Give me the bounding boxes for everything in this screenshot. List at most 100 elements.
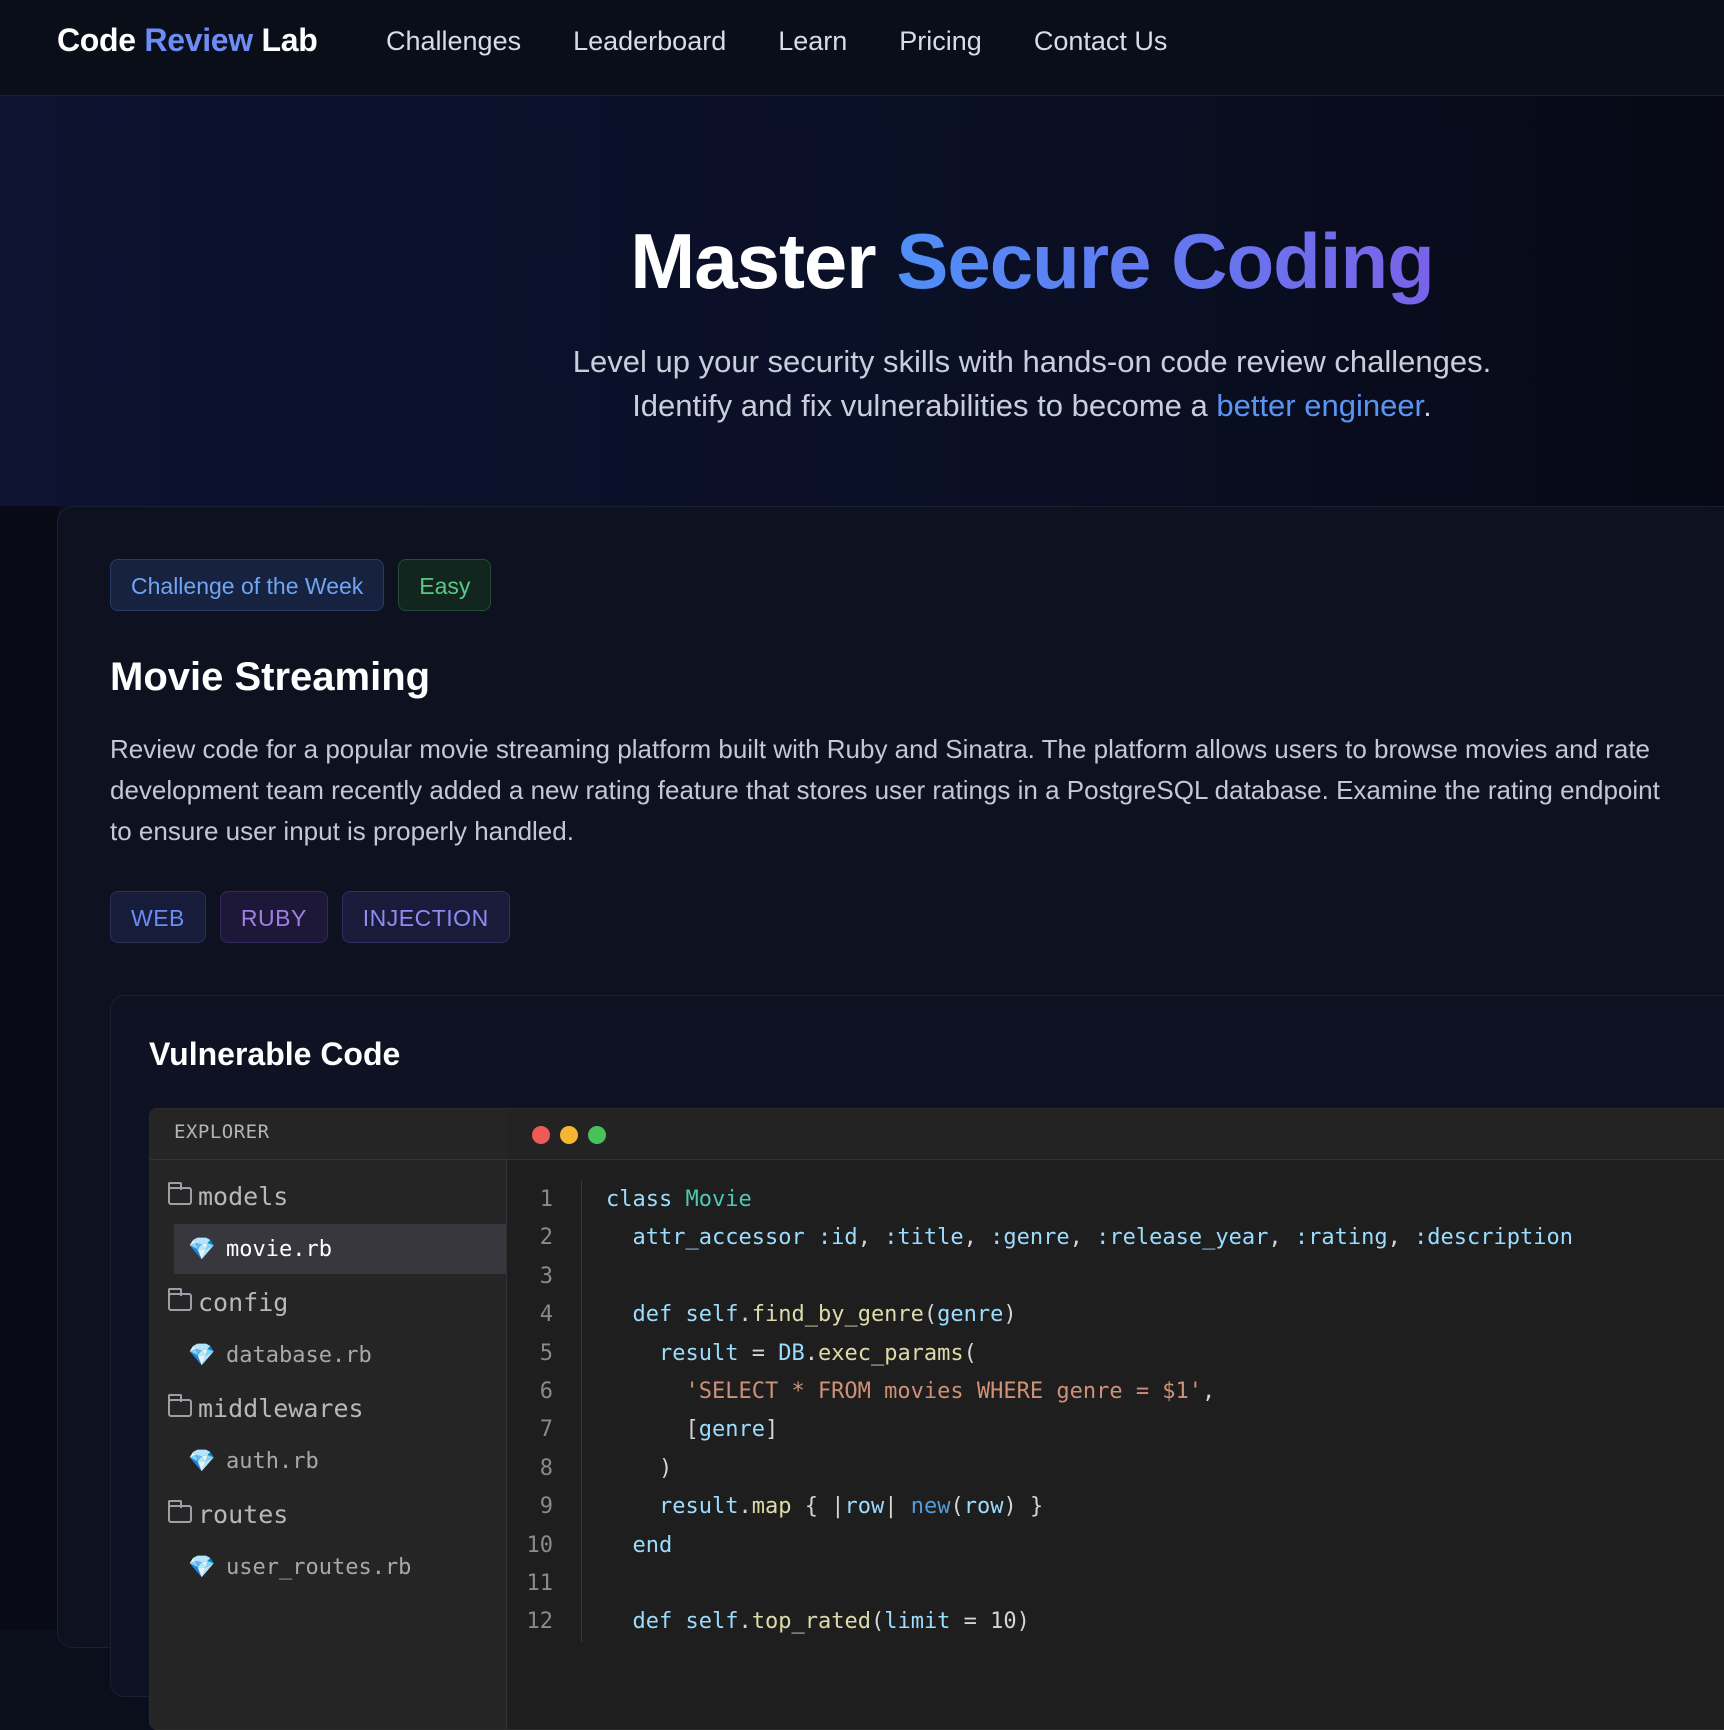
file-database-rb[interactable]: 💎 database.rb	[174, 1330, 506, 1380]
nav-link-learn[interactable]: Learn	[778, 26, 847, 57]
code-lines: 1 class Movie 2 attr_accessor :id, :title…	[506, 1181, 1724, 1642]
top-nav: Code Review Lab Challenges Leaderboard L…	[0, 0, 1724, 96]
nav-link-leaderboard[interactable]: Leaderboard	[573, 26, 726, 57]
side-strip	[0, 506, 58, 1630]
tag-web[interactable]: WEB	[110, 891, 206, 943]
challenge-tags: WEB RUBY INJECTION	[110, 891, 510, 943]
code-text: def self.top_rated(limit = 10)	[632, 1609, 1030, 1635]
explorer-header: EXPLORER	[150, 1109, 506, 1160]
code-line: 1 class Movie	[506, 1181, 1724, 1220]
code-text: def self.find_by_genre(genre)	[632, 1302, 1017, 1328]
maximize-dot-icon[interactable]	[588, 1126, 606, 1144]
hero-subtitle-line2: Identify and fix vulnerabilities to beco…	[340, 384, 1724, 428]
logo-part-lab: Lab	[252, 22, 318, 58]
code-line: 11	[506, 1564, 1724, 1604]
line-number: 12	[506, 1603, 582, 1642]
folder-config[interactable]: config	[150, 1274, 506, 1330]
difficulty-badge: Easy	[398, 559, 492, 611]
folder-label: models	[198, 1181, 289, 1211]
file-label: database.rb	[226, 1342, 372, 1368]
folder-routes[interactable]: routes	[150, 1486, 506, 1542]
nav-link-challenges[interactable]: Challenges	[386, 26, 521, 57]
file-label: movie.rb	[226, 1236, 332, 1262]
ruby-gem-icon: 💎	[188, 1342, 216, 1368]
nav-links: Challenges Leaderboard Learn Pricing Con…	[386, 26, 1219, 57]
line-number: 5	[506, 1334, 582, 1373]
code-line: 4 def self.find_by_genre(genre)	[506, 1296, 1724, 1335]
file-label: user_routes.rb	[226, 1554, 412, 1580]
code-tab-bar: m	[506, 1109, 1724, 1160]
challenge-title: Movie Streaming	[110, 655, 431, 699]
file-auth-rb[interactable]: 💎 auth.rb	[174, 1436, 506, 1486]
folder-label: routes	[198, 1499, 289, 1529]
file-label: auth.rb	[226, 1448, 319, 1474]
line-number: 6	[506, 1372, 582, 1412]
line-number: 2	[506, 1219, 582, 1258]
minimize-dot-icon[interactable]	[560, 1126, 578, 1144]
code-text: )	[606, 1455, 673, 1481]
logo-part-review: Review	[144, 22, 253, 58]
hero-subtitle-line1: Level up your security skills with hands…	[572, 344, 1492, 379]
challenge-description-line1: Review code for a popular movie streamin…	[110, 734, 1651, 764]
line-number: 3	[506, 1257, 582, 1297]
folder-icon	[168, 1394, 192, 1417]
folder-label: middlewares	[198, 1393, 364, 1423]
tag-ruby[interactable]: RUBY	[219, 891, 328, 943]
folder-middlewares[interactable]: middlewares	[150, 1380, 506, 1436]
code-line: 8 )	[506, 1449, 1724, 1489]
folder-icon	[168, 1500, 192, 1523]
line-number: 7	[506, 1411, 582, 1450]
vulnerable-code-panel: Vulnerable Code EXPLORER models 💎 movie.r…	[110, 995, 1724, 1730]
code-line: 10 end	[506, 1526, 1724, 1565]
code-text: class Movie	[606, 1187, 752, 1212]
code-line: 2 attr_accessor :id, :title, :genre, :re…	[506, 1219, 1724, 1258]
code-line: 7 [genre]	[506, 1411, 1724, 1450]
line-number: 1	[506, 1181, 582, 1220]
code-text: end	[632, 1532, 673, 1558]
hero-title-plain: Master	[630, 217, 897, 305]
file-movie-rb[interactable]: 💎 movie.rb	[174, 1224, 506, 1274]
code-editor: EXPLORER models 💎 movie.rb config 💎 databa…	[149, 1108, 1724, 1730]
vulnerable-code-title: Vulnerable Code	[149, 1036, 401, 1072]
close-dot-icon[interactable]	[532, 1126, 550, 1144]
code-line: 9 result.map { |row| new(row) }	[506, 1488, 1724, 1527]
ruby-gem-icon: 💎	[188, 1448, 216, 1474]
challenge-card: Challenge of the Week Easy Movie Streami…	[57, 506, 1724, 1730]
folder-icon	[168, 1288, 192, 1311]
logo[interactable]: Code Review Lab	[57, 22, 318, 59]
code-text: 'SELECT * FROM movies WHERE genre = $1',	[685, 1378, 1216, 1404]
ruby-gem-icon: 💎	[188, 1236, 216, 1262]
file-user-routes-rb[interactable]: 💎 user_routes.rb	[174, 1542, 506, 1592]
challenge-description-line2: development team recently added a new ra…	[110, 775, 1660, 805]
challenge-of-week-badge: Challenge of the Week	[110, 559, 385, 611]
line-number: 9	[506, 1488, 582, 1527]
code-text: result.map { |row| new(row) }	[658, 1494, 1044, 1520]
file-explorer: EXPLORER models 💎 movie.rb config 💎 databa…	[150, 1109, 507, 1729]
folder-label: config	[198, 1287, 289, 1317]
line-number: 4	[506, 1296, 582, 1335]
line-number: 8	[506, 1449, 582, 1489]
hero-title-accent: Secure Coding	[896, 217, 1434, 305]
line-number: 11	[506, 1564, 582, 1604]
code-line: 3	[506, 1257, 1724, 1297]
code-line: 12 def self.top_rated(limit = 10)	[506, 1603, 1724, 1642]
tag-injection[interactable]: INJECTION	[341, 891, 510, 943]
folder-icon	[168, 1182, 192, 1205]
line-number: 10	[506, 1526, 582, 1565]
hero-subtitle-line2-pre: Identify and fix vulnerabilities to beco…	[632, 388, 1217, 423]
ruby-gem-icon: 💎	[188, 1554, 216, 1580]
code-text: attr_accessor :id, :title, :genre, :rele…	[632, 1225, 1574, 1251]
folder-models[interactable]: models	[150, 1168, 506, 1224]
code-area: m 1 class Movie 2 attr_accessor :id, :tit…	[506, 1109, 1724, 1729]
challenge-description: Review code for a popular movie streamin…	[110, 729, 1724, 852]
code-text: [genre]	[606, 1417, 779, 1443]
challenge-description-line3: to ensure user input is properly handled…	[110, 816, 574, 846]
code-line: 5 result = DB.exec_params(	[506, 1334, 1724, 1373]
better-engineer-link[interactable]: better engineer	[1216, 388, 1423, 423]
challenge-badges: Challenge of the Week Easy	[110, 559, 492, 611]
nav-link-pricing[interactable]: Pricing	[899, 26, 982, 57]
nav-link-contact[interactable]: Contact Us	[1034, 26, 1168, 57]
hero-subtitle: Level up your security skills with hands…	[0, 340, 1724, 428]
